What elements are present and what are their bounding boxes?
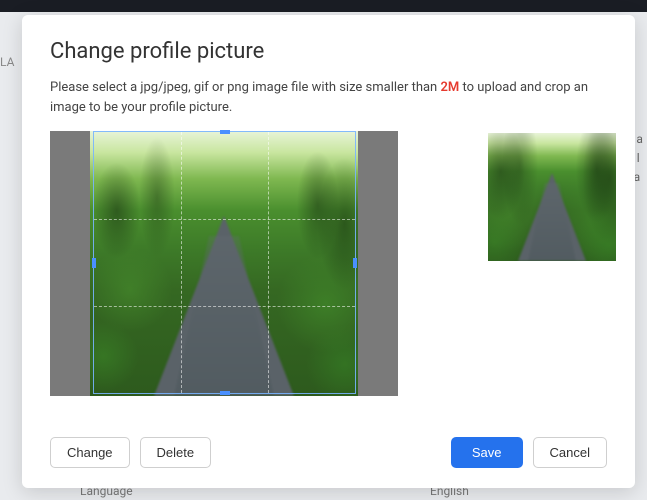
crop-handle-east[interactable] bbox=[353, 258, 357, 268]
change-button[interactable]: Change bbox=[50, 437, 130, 468]
cancel-button[interactable]: Cancel bbox=[533, 437, 607, 468]
app-topbar bbox=[0, 0, 647, 12]
change-profile-picture-modal: Change profile picture Please select a j… bbox=[22, 15, 635, 488]
crop-selection-box[interactable] bbox=[93, 131, 356, 394]
desc-prefix: Please select a jpg/jpeg, gif or png ima… bbox=[50, 80, 440, 95]
image-cropper[interactable] bbox=[50, 131, 398, 396]
profile-preview bbox=[488, 133, 616, 261]
crop-handle-north[interactable] bbox=[220, 130, 230, 134]
modal-title: Change profile picture bbox=[50, 39, 607, 64]
size-limit: 2M bbox=[440, 80, 459, 95]
crop-handle-south[interactable] bbox=[220, 391, 230, 395]
modal-description: Please select a jpg/jpeg, gif or png ima… bbox=[50, 78, 607, 117]
delete-button[interactable]: Delete bbox=[140, 437, 212, 468]
save-button[interactable]: Save bbox=[451, 437, 523, 468]
bg-left-text: LA bbox=[0, 55, 14, 69]
crop-handle-west[interactable] bbox=[92, 258, 96, 268]
modal-actions: Change Delete Save Cancel bbox=[50, 437, 607, 468]
